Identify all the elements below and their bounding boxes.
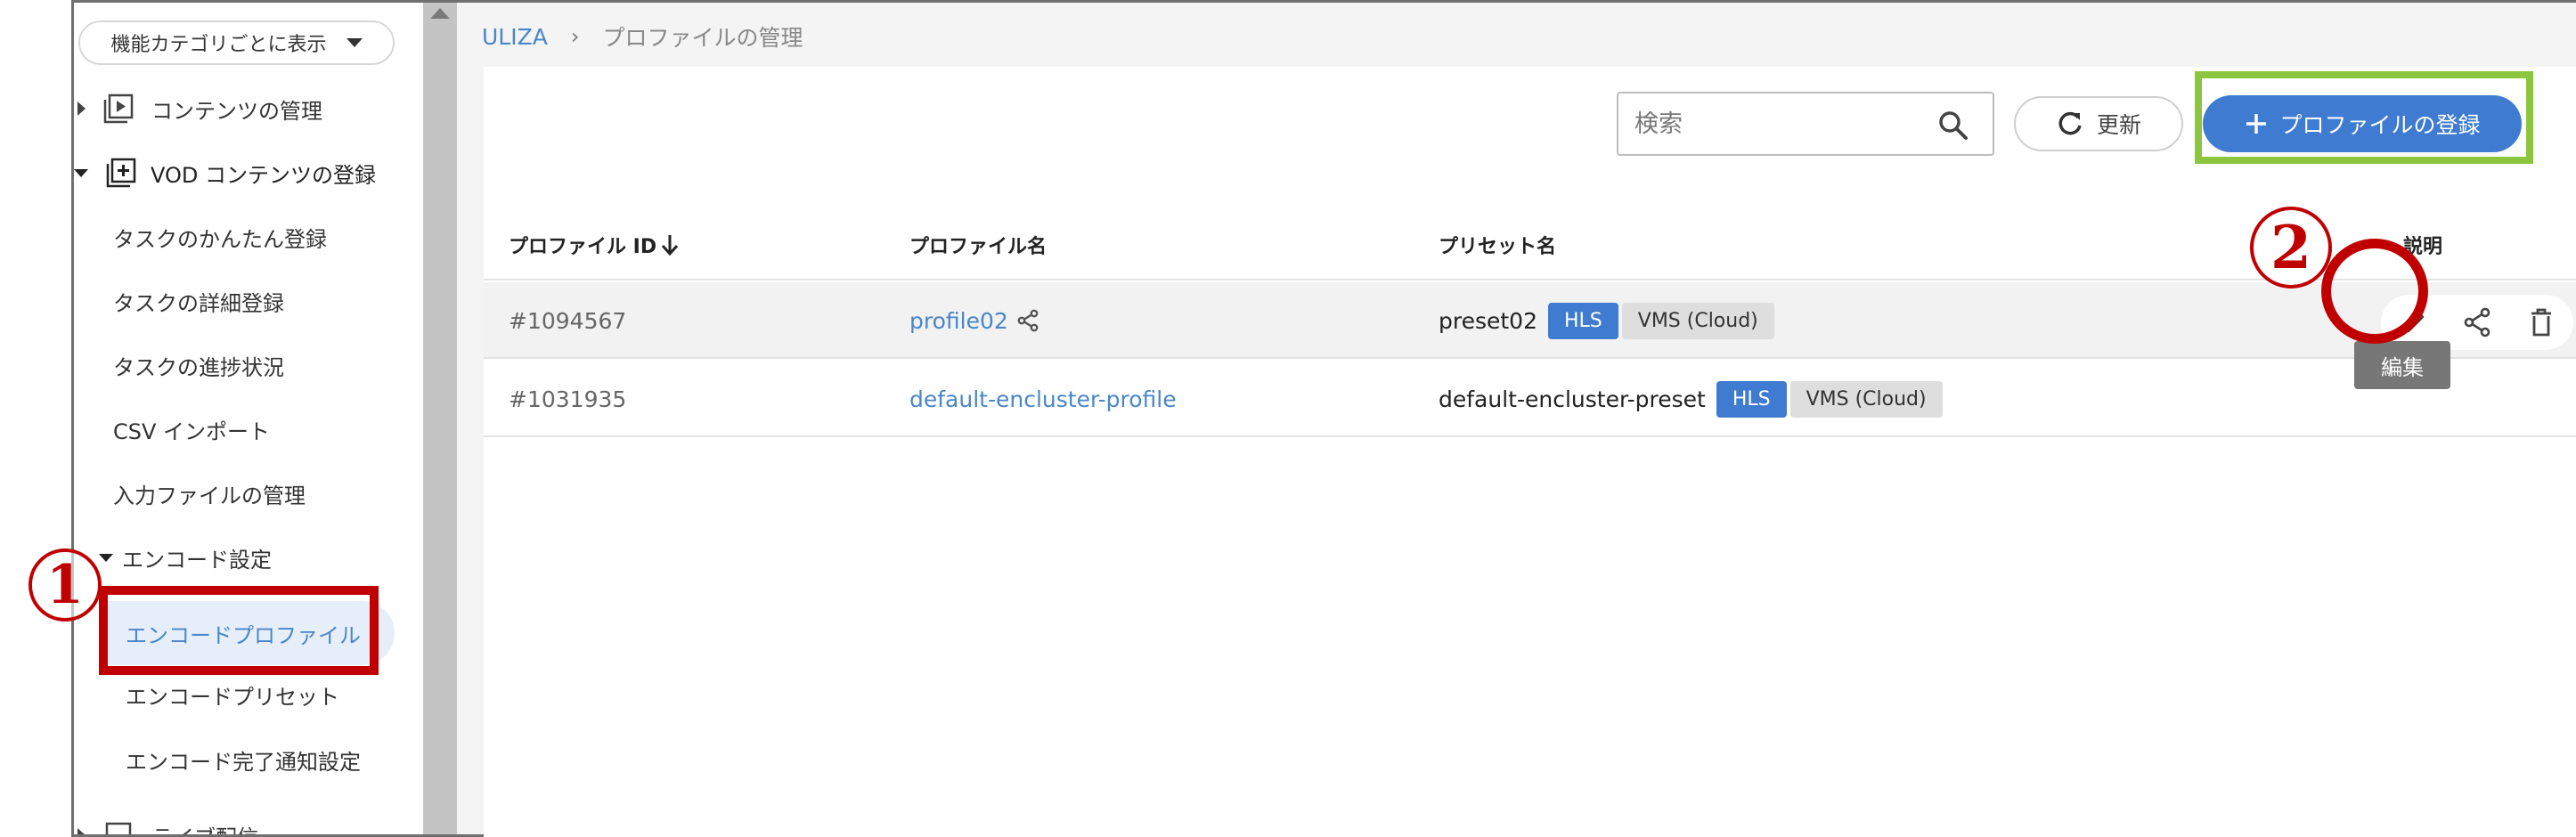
sidebar-item-detailed-task[interactable]: タスクの詳細登録 [113,279,284,323]
table-row[interactable]: #1094567 profile02 preset02 HLS VMS (Clo… [484,282,2576,359]
sidebar-item-label: ライブ配信 [151,820,258,835]
sidebar-item-vod-registration[interactable]: VOD コンテンツの登録 [74,150,376,195]
column-profile-id[interactable]: プロファイル ID [509,209,680,280]
search-input[interactable] [1634,110,1902,138]
platform-badge: VMS (Cloud) [1621,302,1774,339]
sidebar-item-content-management[interactable]: コンテンツの管理 [77,86,322,131]
search-field[interactable] [1617,92,1994,156]
profile-name-link[interactable]: profile02 [909,308,1008,334]
add-box-icon [106,158,136,188]
search-icon[interactable] [1937,110,1969,142]
sidebar: 機能カテゴリごとに表示 コンテンツの管理 VOD コンテンツの登録 タスクのかん… [74,3,423,834]
sidebar-item-label: タスクのかんたん登録 [113,226,327,252]
expand-right-icon [77,828,86,834]
preset-cell: preset02 HLS VMS (Cloud) [1439,282,1774,359]
refresh-button[interactable]: 更新 [2014,96,2183,151]
format-badge: HLS [1716,380,1787,418]
breadcrumb-separator: › [570,24,580,49]
profile-name-cell: default-encluster-profile [909,361,1177,437]
sidebar-item-input-files[interactable]: 入力ファイルの管理 [113,471,306,516]
column-preset-name[interactable]: プリセット名 [1439,209,1556,280]
sidebar-item-encode-settings[interactable]: エンコード設定 [99,535,272,580]
sidebar-scrollbar[interactable] [423,3,457,834]
expand-right-icon [77,102,86,116]
preset-name: preset02 [1439,307,1537,334]
sidebar-item-simple-task[interactable]: タスクのかんたん登録 [113,215,327,259]
sidebar-item-encode-preset[interactable]: エンコードプリセット [126,672,339,717]
breadcrumb-root-link[interactable]: ULIZA [482,24,548,50]
format-badge: HLS [1548,302,1618,339]
preset-cell: default-encluster-preset HLS VMS (Cloud) [1439,361,1943,437]
profile-list-card: 更新 プロファイルの登録 プロファイル ID プロファイル名 プリセット名 説明… [484,67,2576,837]
sidebar-item-label: タスクの詳細登録 [113,290,284,316]
sidebar-item-label: VOD コンテンツの登録 [151,162,376,188]
annotation-highlight-add-button [2195,71,2533,164]
sidebar-item-task-progress[interactable]: タスクの進捗状況 [113,343,284,387]
live-icon [105,822,132,834]
expand-down-icon [74,168,88,177]
profile-name-cell: profile02 [909,282,1040,359]
column-profile-name[interactable]: プロファイル名 [909,209,1047,280]
platform-badge: VMS (Cloud) [1789,380,1943,418]
refresh-icon [2058,111,2082,135]
category-select-label: 機能カテゴリごとに表示 [110,34,327,56]
share-icon [1017,309,1039,332]
caret-down-icon [346,38,363,47]
sidebar-item-encode-notification[interactable]: エンコード完了通知設定 [126,737,361,782]
sidebar-item-label: エンコードプリセット [126,684,339,710]
breadcrumb: ULIZA › プロファイルの管理 [482,20,803,53]
sort-arrow-down-icon[interactable] [660,233,680,256]
sidebar-item-live[interactable]: ライブ配信 [77,813,258,834]
column-label: プロファイル名 [909,236,1048,258]
annotation-highlight-encode-profile [99,586,379,675]
sidebar-item-label: タスクの進捗状況 [113,354,284,380]
edit-tooltip: 編集 [2354,341,2450,389]
expand-down-icon [99,553,113,562]
sidebar-item-label: エンコード完了通知設定 [126,749,361,775]
sidebar-item-label: CSV インポート [113,418,271,444]
refresh-label: 更新 [2096,112,2141,138]
annotation-step-1: 1 [29,549,102,622]
profile-id: #1094567 [509,307,627,334]
sidebar-item-label: コンテンツの管理 [151,98,322,124]
sidebar-item-csv-import[interactable]: CSV インポート [113,407,270,451]
annotation-step-2: 2 [2250,207,2332,288]
share-icon[interactable] [2459,305,2495,340]
video-library-icon [103,93,134,124]
column-label: プリセット名 [1439,236,1557,258]
column-label: プロファイル ID [509,236,657,258]
profile-id: #1031935 [509,386,627,412]
table-row[interactable]: #1031935 default-encluster-profile defau… [484,361,2576,437]
sidebar-item-label: エンコード設定 [122,547,272,573]
sidebar-item-label: 入力ファイルの管理 [113,483,306,508]
annotation-circle-edit [2321,239,2428,344]
preset-name: default-encluster-preset [1439,386,1706,412]
scroll-up-arrow-icon[interactable] [430,8,450,19]
category-select[interactable]: 機能カテゴリごとに表示 [78,20,395,65]
profile-name-link[interactable]: default-encluster-profile [909,386,1177,412]
delete-trash-icon[interactable] [2523,305,2559,340]
breadcrumb-current: プロファイルの管理 [602,25,803,51]
